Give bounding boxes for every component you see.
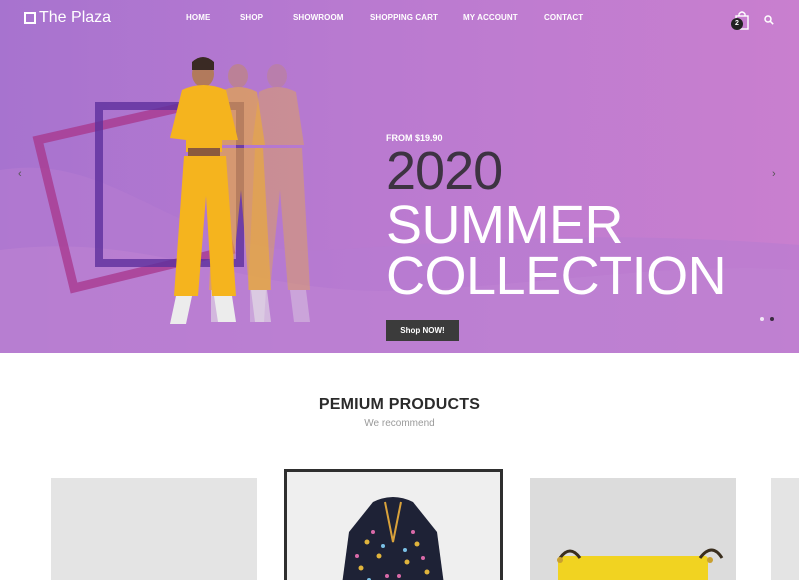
site-logo[interactable]: The Plaza — [24, 8, 111, 28]
section-title: PEMIUM PRODUCTS — [318, 396, 481, 413]
shop-now-button[interactable]: Shop NOW! — [386, 320, 459, 341]
slider-next-arrow-icon[interactable]: › — [772, 168, 776, 180]
hero-title-line2: COLLECTION — [386, 246, 727, 306]
nav-shop[interactable]: SHOP — [240, 13, 263, 22]
product-card-2[interactable] — [284, 469, 503, 580]
nav-showroom[interactable]: SHOWROOM — [293, 13, 344, 22]
search-icon[interactable] — [764, 15, 774, 25]
nav-contact[interactable]: CONTACT — [544, 13, 583, 22]
product-card-3[interactable] — [530, 478, 736, 580]
slider-dot-1[interactable] — [760, 317, 764, 321]
product-card-1[interactable] — [51, 478, 257, 580]
product-image-2 — [287, 472, 500, 580]
nav-shopping-cart[interactable]: SHOPPING CART — [370, 13, 438, 22]
product-image-3 — [530, 478, 736, 580]
logo-text: The Plaza — [39, 9, 112, 26]
product-image-4 — [771, 478, 799, 580]
section-subtitle: We recommend — [364, 418, 435, 429]
logo-square-icon — [24, 12, 36, 24]
nav-my-account[interactable]: MY ACCOUNT — [463, 13, 518, 22]
product-card-4[interactable] — [771, 478, 799, 580]
slider-prev-arrow-icon[interactable]: ‹ — [18, 168, 22, 180]
product-image-1 — [51, 478, 257, 580]
cart-count-badge: 2 — [731, 18, 743, 30]
slider-dot-2[interactable] — [770, 317, 774, 321]
hero-title-line1: SUMMER — [386, 195, 624, 255]
hero-slider: The Plaza HOME SHOP SHOWROOM SHOPPING CA… — [0, 0, 799, 353]
nav-home[interactable]: HOME — [186, 13, 210, 22]
hero-year: 2020 — [386, 141, 503, 201]
